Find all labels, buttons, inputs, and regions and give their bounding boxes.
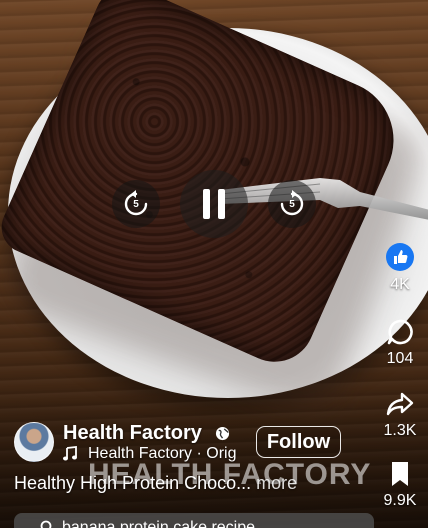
search-text: banana protein cake recipe	[62, 519, 256, 528]
forward-seconds: 5	[289, 198, 295, 210]
rewind-5-button[interactable]: 5	[112, 180, 160, 228]
share-icon	[386, 392, 414, 416]
author-avatar[interactable]	[14, 422, 54, 462]
comment-icon	[387, 319, 413, 345]
like-count: 4K	[390, 276, 410, 293]
caption[interactable]: Healthy High Protein Choco... more	[14, 473, 297, 494]
comment-button[interactable]: 104	[378, 318, 422, 368]
bookmark-icon	[392, 462, 408, 486]
save-button[interactable]: 9.9K	[378, 460, 422, 510]
author-name[interactable]: Health Factory	[63, 422, 202, 445]
share-button[interactable]: 1.3K	[378, 390, 422, 440]
pause-icon	[203, 189, 225, 219]
comment-count: 104	[386, 350, 414, 367]
share-count: 1.3K	[383, 422, 417, 439]
related-search-bar[interactable]: banana protein cake recipe	[14, 513, 374, 528]
like-button[interactable]: 4K	[378, 242, 422, 294]
follow-button[interactable]: Follow	[256, 426, 341, 458]
rewind-seconds: 5	[133, 198, 139, 210]
caption-text: Healthy High Protein Choco...	[14, 473, 252, 493]
action-rail: 4K 104 1.3K 9.9K	[378, 0, 422, 528]
pause-button[interactable]	[180, 170, 248, 238]
forward-5-button[interactable]: 5	[268, 180, 316, 228]
more-link[interactable]: more	[256, 473, 297, 493]
music-note-icon	[63, 446, 77, 461]
save-count: 9.9K	[383, 492, 417, 509]
search-icon	[40, 520, 52, 528]
thumbs-up-icon	[386, 243, 414, 271]
globe-icon	[215, 426, 230, 441]
